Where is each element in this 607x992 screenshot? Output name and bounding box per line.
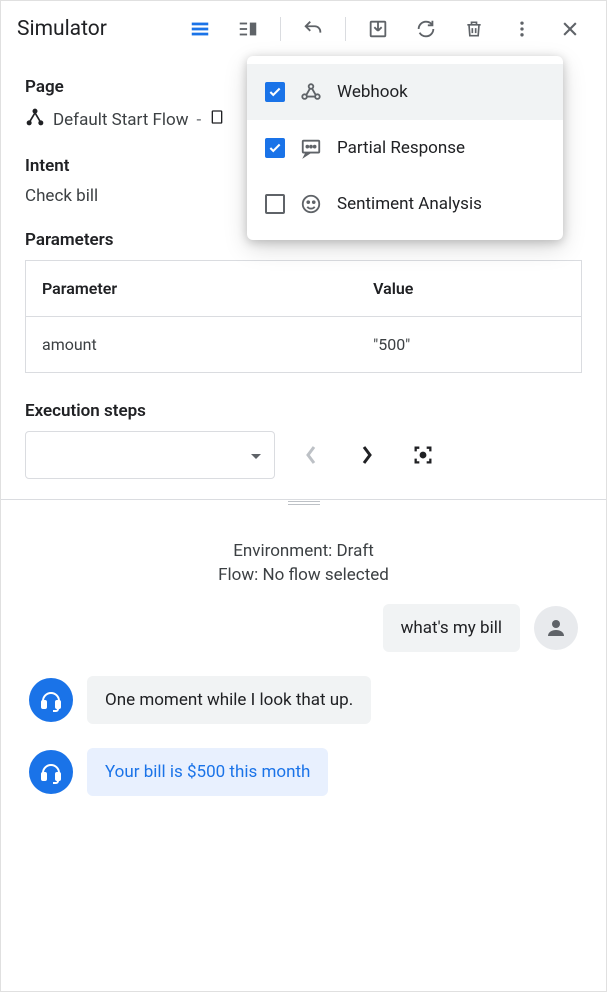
- smile-icon: [299, 192, 323, 216]
- table-header-row: Parameter Value: [26, 261, 582, 317]
- checkbox-sentiment[interactable]: [265, 194, 285, 214]
- next-step-button[interactable]: [347, 435, 387, 475]
- toolbar: Simulator: [1, 1, 606, 57]
- more-options-icon[interactable]: [502, 9, 542, 49]
- dropdown-caret-icon: [250, 446, 262, 465]
- settings-dropdown: ⌃⌄ Webhook Partial Response Sentiment An…: [247, 56, 563, 240]
- prev-step-button[interactable]: [291, 435, 331, 475]
- page-outline-icon: [209, 107, 225, 132]
- flow-line: Flow: No flow selected: [25, 564, 582, 588]
- breadcrumb-separator: -: [196, 110, 201, 130]
- bot-avatar-icon: [29, 678, 73, 722]
- col-value: Value: [357, 261, 581, 317]
- parameters-table: Parameter Value amount "500": [25, 260, 582, 373]
- refresh-icon[interactable]: [406, 9, 446, 49]
- menu-item-partial-response[interactable]: Partial Response: [247, 120, 563, 176]
- bot-avatar-icon: [29, 750, 73, 794]
- download-icon[interactable]: [358, 9, 398, 49]
- chat-message-user: what's my bill: [25, 604, 582, 652]
- chat-icon: [299, 136, 323, 160]
- flow-icon: [25, 107, 45, 132]
- menu-label: Partial Response: [337, 138, 465, 158]
- execution-section-label: Execution steps: [25, 401, 582, 421]
- webhook-icon: [299, 80, 323, 104]
- environment-info: Environment: Draft Flow: No flow selecte…: [25, 540, 582, 588]
- breadcrumb-item[interactable]: Default Start Flow: [53, 110, 188, 130]
- menu-item-webhook[interactable]: Webhook: [247, 64, 563, 120]
- chat-message-bot: One moment while I look that up.: [25, 676, 582, 724]
- chat-transcript: what's my bill One moment while I look t…: [25, 588, 582, 836]
- param-name-cell: amount: [26, 317, 358, 373]
- chat-message-bot: Your bill is $500 this month: [25, 748, 582, 796]
- environment-line: Environment: Draft: [25, 540, 582, 564]
- execution-step-select[interactable]: [25, 431, 275, 479]
- view-list-icon[interactable]: [180, 9, 220, 49]
- user-bubble: what's my bill: [383, 604, 520, 652]
- page-title: Simulator: [17, 17, 172, 41]
- menu-label: Sentiment Analysis: [337, 194, 482, 214]
- user-avatar-icon: [534, 606, 578, 650]
- param-value-cell: "500": [357, 317, 581, 373]
- focus-icon[interactable]: [403, 435, 443, 475]
- checkbox-partial-response[interactable]: [265, 138, 285, 158]
- close-icon[interactable]: [550, 9, 590, 49]
- bot-bubble: One moment while I look that up.: [87, 676, 371, 724]
- panel-divider: [1, 499, 606, 500]
- toolbar-divider: [345, 17, 346, 41]
- table-row: amount "500": [26, 317, 582, 373]
- drag-handle-icon[interactable]: [288, 499, 320, 505]
- checkbox-webhook[interactable]: [265, 82, 285, 102]
- menu-label: Webhook: [337, 82, 408, 102]
- view-split-icon[interactable]: [228, 9, 268, 49]
- col-parameter: Parameter: [26, 261, 358, 317]
- menu-item-sentiment-analysis[interactable]: Sentiment Analysis: [247, 176, 563, 232]
- undo-icon[interactable]: [293, 9, 333, 49]
- bot-bubble-link[interactable]: Your bill is $500 this month: [87, 748, 328, 796]
- toolbar-divider: [280, 17, 281, 41]
- delete-icon[interactable]: [454, 9, 494, 49]
